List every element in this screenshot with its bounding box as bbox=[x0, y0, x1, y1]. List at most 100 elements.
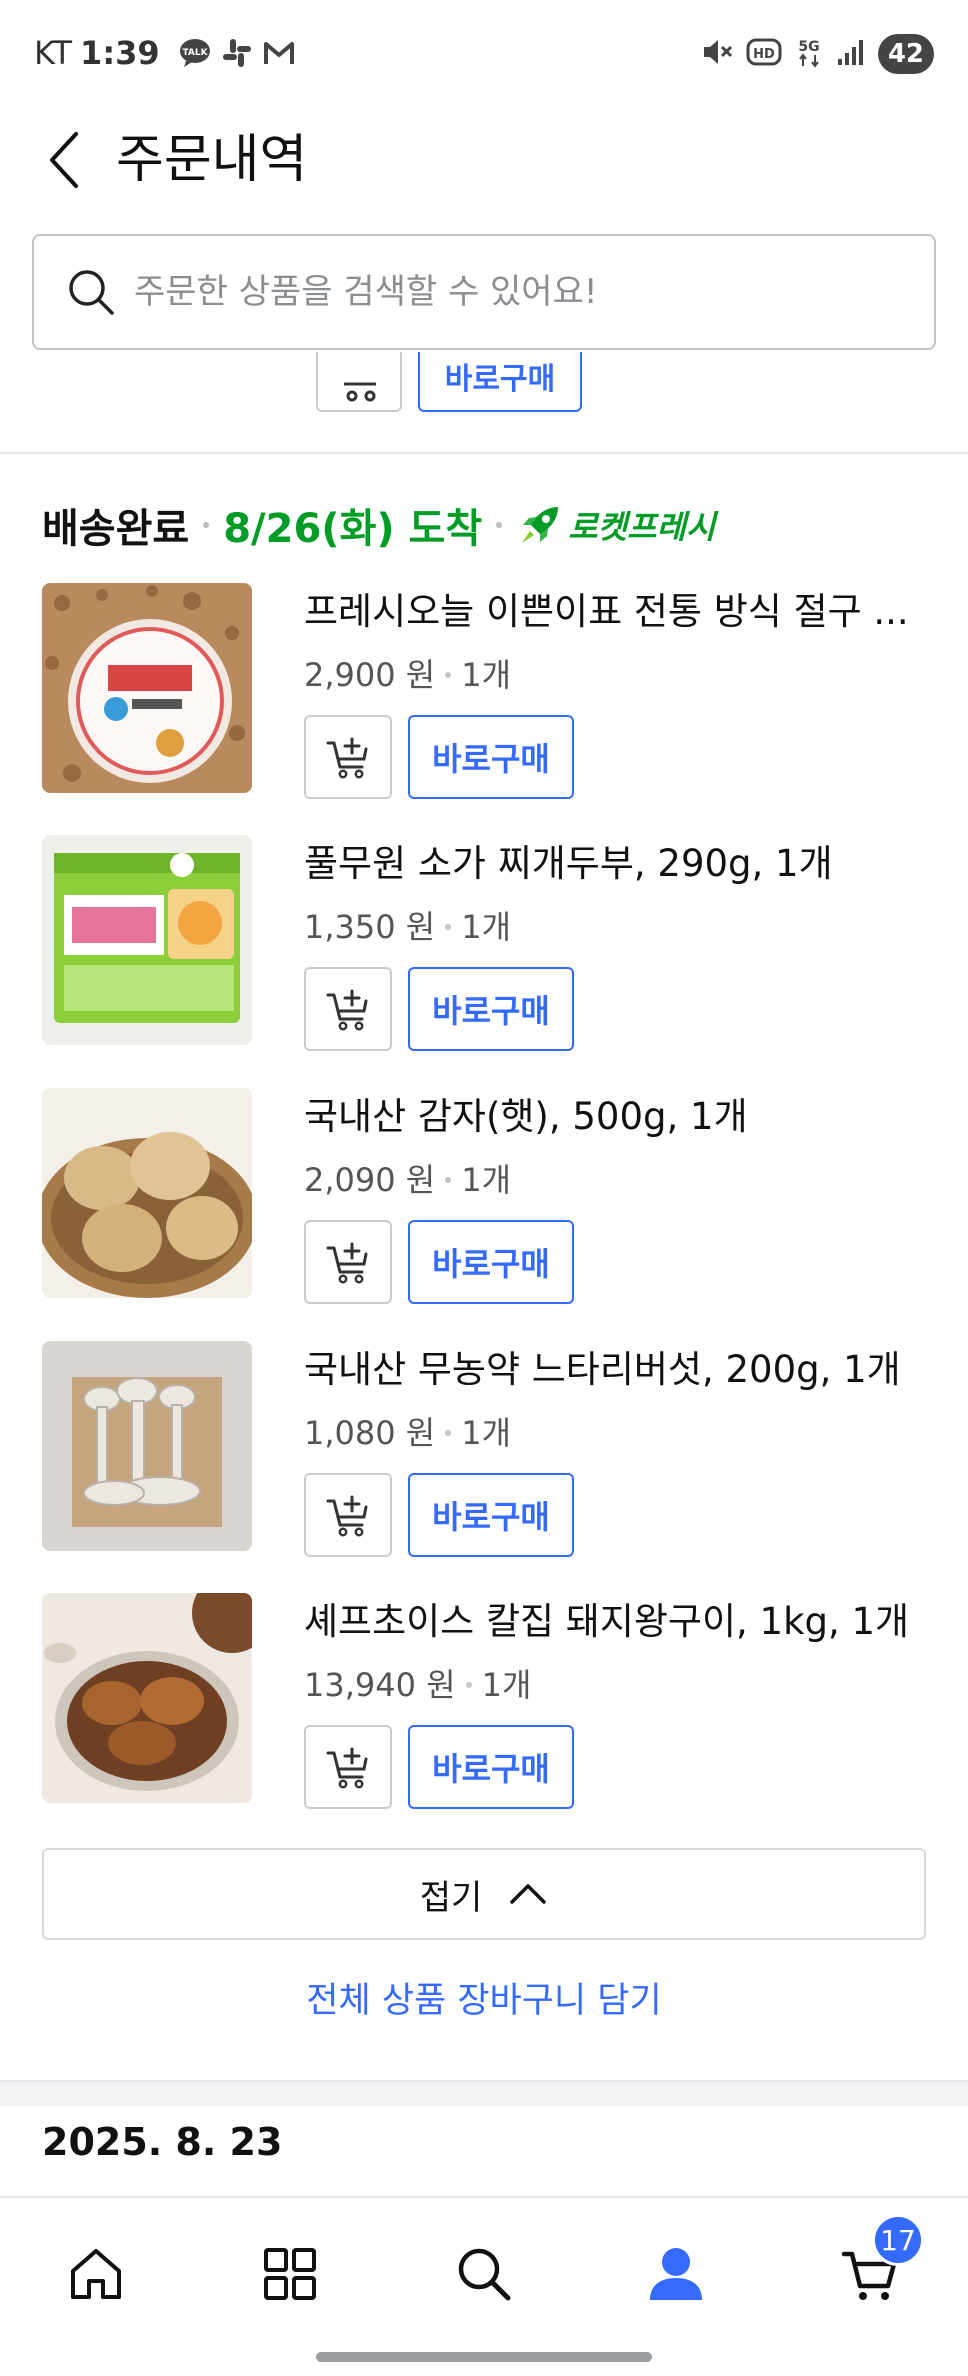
collapse-button[interactable]: 접기 bbox=[42, 1848, 926, 1940]
status-bar: KT 1:39 TALK HD 5G 42 bbox=[0, 0, 968, 110]
product-quantity: 1개 bbox=[461, 908, 512, 946]
product-quantity: 1개 bbox=[461, 656, 512, 694]
product-price: 2,900 원 bbox=[304, 656, 436, 694]
product-name[interactable]: 국내산 감자(햇), 500g, 1개 bbox=[304, 1090, 924, 1144]
section-gap bbox=[0, 2080, 968, 2106]
cart-plus-icon bbox=[326, 1747, 368, 1789]
delivery-status: 배송완료 bbox=[42, 506, 190, 552]
add-all-to-cart-link[interactable]: 전체 상품 장바구니 담기 bbox=[0, 1972, 968, 2023]
product-price: 1,080 원 bbox=[304, 1414, 436, 1452]
add-to-cart-button[interactable] bbox=[304, 1725, 392, 1809]
back-button[interactable] bbox=[34, 120, 94, 200]
battery-indicator: 42 bbox=[877, 34, 934, 74]
categories-icon bbox=[264, 2248, 316, 2300]
separator-dot bbox=[496, 522, 503, 528]
buy-now-button[interactable]: 바로구매 bbox=[408, 1725, 574, 1809]
product-quantity: 1개 bbox=[481, 1666, 532, 1704]
add-to-cart-button[interactable] bbox=[304, 715, 392, 799]
product-image[interactable] bbox=[42, 835, 252, 1045]
rocket-fresh-badge: 로켓프레시 bbox=[518, 502, 715, 548]
search-icon bbox=[69, 270, 114, 315]
cart-plus-icon bbox=[344, 382, 376, 402]
order-item[interactable]: 프레시오늘 이쁜이표 전통 방식 절구 ... 2,900 원 1개 바로구매 bbox=[42, 583, 932, 799]
product-image[interactable] bbox=[42, 1593, 252, 1803]
price-line: 2,900 원 1개 bbox=[304, 653, 511, 697]
price-line: 13,940 원 1개 bbox=[304, 1663, 531, 1707]
separator-dot bbox=[445, 1177, 452, 1183]
buy-now-button[interactable]: 바로구매 bbox=[408, 715, 574, 799]
nav-cart[interactable]: 17 bbox=[830, 2214, 924, 2314]
svg-text:5G: 5G bbox=[798, 39, 819, 55]
collapse-label: 접기 bbox=[419, 1877, 483, 1918]
status-right: HD 5G 42 bbox=[700, 34, 934, 74]
cart-plus-icon bbox=[326, 989, 368, 1031]
order-item[interactable]: 국내산 감자(햇), 500g, 1개 2,090 원 1개 바로구매 bbox=[42, 1088, 932, 1304]
buy-now-button[interactable]: 바로구매 bbox=[408, 1473, 574, 1557]
price-line: 1,080 원 1개 bbox=[304, 1411, 511, 1455]
price-line: 1,350 원 1개 bbox=[304, 905, 511, 949]
signal-icon bbox=[836, 37, 866, 71]
product-image[interactable] bbox=[42, 1088, 252, 1298]
cart-plus-icon bbox=[326, 737, 368, 779]
5g-icon: 5G bbox=[794, 35, 824, 73]
buy-now-button[interactable]: 바로구매 bbox=[408, 967, 574, 1051]
product-price: 2,090 원 bbox=[304, 1161, 436, 1199]
carrier-label: KT bbox=[34, 34, 73, 72]
separator-dot bbox=[445, 1430, 452, 1436]
nav-categories[interactable] bbox=[250, 2234, 330, 2314]
home-indicator bbox=[316, 2352, 652, 2362]
mute-icon bbox=[700, 35, 734, 73]
add-to-cart-button[interactable] bbox=[304, 1473, 392, 1557]
page-title: 주문내역 bbox=[116, 130, 308, 190]
order-item[interactable]: 풀무원 소가 찌개두부, 290g, 1개 1,350 원 1개 바로구매 bbox=[42, 835, 932, 1051]
nav-search[interactable] bbox=[444, 2234, 524, 2314]
delivery-group-header: 배송완료 8/26(화) 도착 로켓프레시 bbox=[42, 490, 715, 560]
search-icon bbox=[458, 2248, 511, 2301]
my-page-icon bbox=[650, 2248, 702, 2300]
separator-dot bbox=[445, 924, 452, 930]
add-to-cart-button[interactable] bbox=[304, 1220, 392, 1304]
slack-icon bbox=[220, 36, 254, 70]
product-price: 13,940 원 bbox=[304, 1666, 456, 1704]
product-price: 1,350 원 bbox=[304, 908, 436, 946]
cart-plus-icon bbox=[326, 1242, 368, 1284]
chevron-up-icon bbox=[510, 1884, 547, 1904]
add-to-cart-button[interactable] bbox=[304, 967, 392, 1051]
order-date-heading: 2025. 8. 23 bbox=[42, 2120, 283, 2164]
product-quantity: 1개 bbox=[461, 1161, 512, 1199]
hd-icon: HD bbox=[746, 37, 782, 71]
product-image[interactable] bbox=[42, 1341, 252, 1551]
add-to-cart-button[interactable] bbox=[316, 352, 402, 412]
product-name[interactable]: 국내산 무농약 느타리버섯, 200g, 1개 bbox=[304, 1343, 924, 1397]
talk-icon: TALK bbox=[178, 36, 212, 70]
product-name[interactable]: 프레시오늘 이쁜이표 전통 방식 절구 ... bbox=[304, 585, 924, 639]
cart-count-badge: 17 bbox=[872, 2214, 924, 2266]
status-left: KT 1:39 TALK bbox=[34, 34, 296, 72]
search-bar[interactable] bbox=[32, 234, 936, 350]
home-icon bbox=[71, 2249, 121, 2299]
price-line: 2,090 원 1개 bbox=[304, 1158, 511, 1202]
app-header: 주문내역 bbox=[0, 110, 968, 220]
product-name[interactable]: 셰프초이스 칼집 돼지왕구이, 1kg, 1개 bbox=[304, 1595, 924, 1649]
product-quantity: 1개 bbox=[461, 1414, 512, 1452]
bottom-navigation: 17 bbox=[0, 2196, 968, 2376]
separator-dot bbox=[203, 522, 210, 528]
nav-home[interactable] bbox=[56, 2234, 136, 2314]
svg-text:HD: HD bbox=[753, 47, 775, 62]
product-name[interactable]: 풀무원 소가 찌개두부, 290g, 1개 bbox=[304, 837, 924, 891]
clock: 1:39 bbox=[80, 34, 160, 72]
buy-now-button[interactable]: 바로구매 bbox=[408, 1220, 574, 1304]
buy-now-button[interactable]: 바로구매 bbox=[418, 352, 582, 412]
order-item[interactable]: 국내산 무농약 느타리버섯, 200g, 1개 1,080 원 1개 바로구매 bbox=[42, 1341, 932, 1557]
separator-dot bbox=[465, 1682, 472, 1688]
separator-dot bbox=[445, 672, 452, 678]
gmail-icon bbox=[262, 36, 296, 70]
product-image[interactable] bbox=[42, 583, 252, 793]
previous-item-partial: 바로구매 bbox=[0, 352, 968, 452]
rocket-icon bbox=[522, 507, 559, 543]
nav-my-page[interactable] bbox=[636, 2234, 716, 2314]
order-item[interactable]: 셰프초이스 칼집 돼지왕구이, 1kg, 1개 13,940 원 1개 바로구매 bbox=[42, 1593, 932, 1809]
cart-plus-icon bbox=[326, 1495, 368, 1537]
search-input[interactable] bbox=[134, 272, 894, 312]
rocket-fresh-label: 로켓프레시 bbox=[568, 508, 716, 546]
